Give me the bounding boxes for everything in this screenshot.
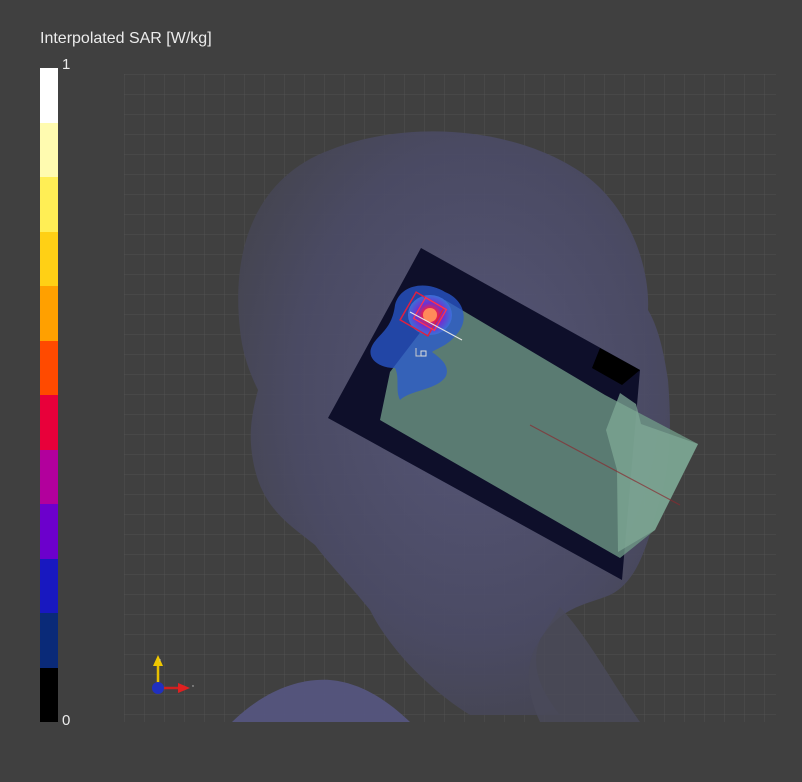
colorbar-segment — [40, 68, 58, 123]
3d-viewport[interactable] — [0, 0, 802, 782]
sar-colorbar — [40, 68, 58, 722]
colorbar-segment — [40, 395, 58, 450]
colorbar-segment — [40, 667, 58, 722]
colorbar-max-label: 1 — [62, 56, 71, 73]
colorbar-segment — [40, 613, 58, 668]
colorbar-segment — [40, 504, 58, 559]
colorbar-segment — [40, 122, 58, 177]
y-axis-arrow-icon — [153, 655, 163, 666]
colorbar-min-label: 0 — [62, 712, 71, 729]
colorbar-segment — [40, 340, 58, 395]
colorbar-segment — [40, 449, 58, 504]
svg-text:x: x — [192, 683, 194, 688]
legend-title: Interpolated SAR [W/kg] — [40, 30, 212, 47]
svg-text:y: y — [159, 657, 161, 662]
colorbar-segment — [40, 231, 58, 286]
z-axis-dot-icon — [152, 682, 164, 694]
colorbar-segment — [40, 177, 58, 232]
x-axis-arrow-icon — [178, 683, 190, 693]
colorbar-segment — [40, 286, 58, 341]
colorbar-segment — [40, 558, 58, 613]
axes-triad[interactable]: y x — [148, 654, 196, 698]
